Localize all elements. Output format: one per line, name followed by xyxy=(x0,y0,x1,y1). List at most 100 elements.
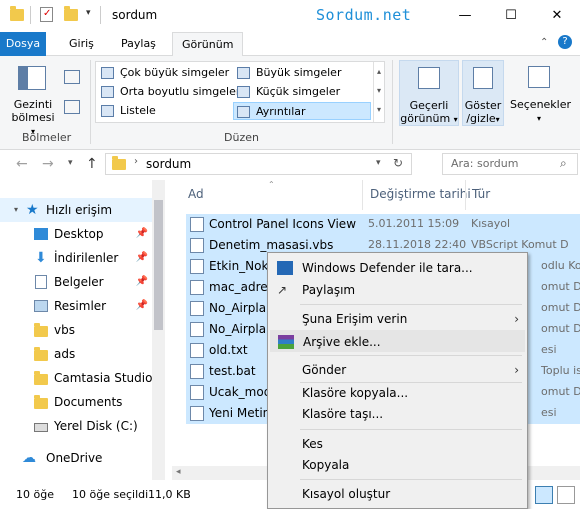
navigation-pane-icon[interactable] xyxy=(18,66,46,90)
layout-group-label: Düzen xyxy=(224,131,259,144)
file-name: No_Airplan xyxy=(209,301,274,315)
current-view-label-2: görünüm xyxy=(400,112,451,125)
current-view-button[interactable]: Geçerli görünüm ▾ xyxy=(399,60,459,126)
details-view-icon[interactable] xyxy=(535,486,553,504)
minimize-button[interactable]: — xyxy=(442,0,488,30)
nav-item-pictures[interactable]: Resimler 📌 xyxy=(0,294,152,318)
folder-icon xyxy=(34,347,48,361)
expand-arrow-icon[interactable]: ▾ xyxy=(14,198,18,222)
layout-list[interactable]: Listele xyxy=(98,102,156,120)
new-folder-icon[interactable] xyxy=(64,6,78,21)
up-arrow-icon[interactable]: ↑ xyxy=(86,156,98,172)
chevron-up-icon[interactable]: ⌃ xyxy=(540,37,548,48)
table-row[interactable]: Control Panel Icons View 5.01.2011 15:09… xyxy=(186,214,580,235)
menu-item-share[interactable]: ↗ Paylaşım xyxy=(270,279,525,301)
menu-item-copy[interactable]: Kopyala xyxy=(270,454,525,476)
refresh-icon[interactable]: ↻ xyxy=(393,156,403,170)
breadcrumb-path[interactable]: sordum xyxy=(146,157,191,171)
status-selected-count: 10 öğe seçildi xyxy=(72,488,149,501)
pin-icon: 📌 xyxy=(135,228,148,239)
layout-details[interactable]: Ayrıntılar xyxy=(233,102,371,120)
menu-item-give-access[interactable]: Şuna Erişim verin › xyxy=(270,308,525,330)
nav-item-onedrive[interactable]: ☁ OneDrive xyxy=(0,446,152,470)
details-icon xyxy=(237,106,250,118)
close-button[interactable]: ✕ xyxy=(534,0,580,30)
forward-arrow-icon[interactable]: → xyxy=(42,156,54,172)
menu-item-cut[interactable]: Kes xyxy=(270,433,525,455)
column-header-type[interactable]: Tür xyxy=(472,187,490,201)
winrar-icon xyxy=(278,335,294,349)
pin-icon: 📌 xyxy=(135,300,148,311)
desktop-icon xyxy=(34,228,48,240)
back-arrow-icon[interactable]: ← xyxy=(16,156,28,172)
large-icons-view-icon[interactable] xyxy=(557,486,575,504)
folder-icon xyxy=(112,156,126,170)
menu-item-add-to-archive[interactable]: Arşive ekle... xyxy=(270,330,525,352)
nav-pane-label-1: Gezinti xyxy=(13,98,53,111)
submenu-arrow-icon: › xyxy=(514,363,519,377)
layout-medium-icons[interactable]: Orta boyutlu simgeler xyxy=(98,83,240,101)
nav-item-ads[interactable]: ads xyxy=(0,342,152,366)
nav-item-quick-access[interactable]: ▾ ★ Hızlı erişim xyxy=(0,198,152,222)
script-file-icon xyxy=(190,259,204,274)
extra-large-icons-icon xyxy=(101,67,114,79)
address-dropdown-icon[interactable]: ▾ xyxy=(376,158,381,168)
recent-locations-icon[interactable]: ▾ xyxy=(68,158,73,168)
maximize-button[interactable]: ☐ xyxy=(488,0,534,30)
address-bar-row: ← → ▾ ↑ › sordum ▾ ↻ Ara: sordum ⌕ xyxy=(0,150,580,180)
breadcrumb-chevron-icon[interactable]: › xyxy=(134,156,138,167)
nav-item-documents-folder[interactable]: Documents xyxy=(0,390,152,414)
layout-extra-large-icons[interactable]: Çok büyük simgeler xyxy=(98,64,229,82)
column-header-name[interactable]: Ad xyxy=(188,187,204,201)
window-title: sordum xyxy=(112,8,158,22)
tab-file[interactable]: Dosya xyxy=(0,32,46,56)
details-pane-icon[interactable] xyxy=(64,100,80,114)
search-icon[interactable]: ⌕ xyxy=(560,156,567,171)
layout-large-icons[interactable]: Büyük simgeler xyxy=(234,64,341,82)
nav-item-camtasia[interactable]: Camtasia Studio xyxy=(0,366,152,390)
context-menu: Windows Defender ile tara... ↗ Paylaşım … xyxy=(267,252,528,509)
pin-icon: 📌 xyxy=(135,276,148,287)
ribbon-tabs: Dosya Giriş Paylaş Görünüm ⌃ ? xyxy=(0,32,580,57)
menu-item-copy-to-folder[interactable]: Klasöre kopyala... xyxy=(270,382,525,404)
layout-small-icons[interactable]: Küçük simgeler xyxy=(234,83,340,101)
nav-item-desktop[interactable]: Desktop 📌 xyxy=(0,222,152,246)
nav-item-downloads[interactable]: ⬇ İndirilenler 📌 xyxy=(0,246,152,270)
show-hide-button[interactable]: Göster /gizle▾ xyxy=(462,60,504,126)
customize-toolbar-icon[interactable]: ▾ xyxy=(86,8,91,18)
nav-item-local-disk[interactable]: Yerel Disk (C:) xyxy=(0,414,152,438)
submenu-arrow-icon: › xyxy=(514,312,519,326)
pictures-icon xyxy=(34,300,48,312)
status-item-count: 10 öğe xyxy=(16,488,54,501)
nav-item-vbs[interactable]: vbs xyxy=(0,318,152,342)
scroll-left-icon[interactable]: ◂ xyxy=(176,467,181,477)
help-icon[interactable]: ? xyxy=(558,35,572,49)
star-icon: ★ xyxy=(26,202,39,218)
tab-share[interactable]: Paylaş xyxy=(112,32,165,56)
batch-file-icon xyxy=(190,364,204,379)
menu-item-send-to[interactable]: Gönder › xyxy=(270,359,525,381)
navigation-pane: ▾ ★ Hızlı erişim Desktop 📌 ⬇ İndirilenler… xyxy=(0,180,165,480)
menu-item-move-to-folder[interactable]: Klasöre taşı... xyxy=(270,403,525,425)
menu-separator xyxy=(300,304,522,305)
search-input[interactable]: Ara: sordum xyxy=(442,153,578,175)
column-header-date[interactable]: Değiştirme tarihi xyxy=(370,187,471,201)
medium-icons-icon xyxy=(101,86,114,98)
current-view-icon xyxy=(418,67,440,89)
menu-item-create-shortcut[interactable]: Kısayol oluştur xyxy=(270,483,525,505)
options-button[interactable]: Seçenekler ▾ xyxy=(510,60,571,126)
file-date: 28.11.2018 22:40 xyxy=(368,238,467,251)
address-box[interactable]: › sordum ▾ ↻ xyxy=(105,153,412,175)
file-type: Kısayol xyxy=(471,217,511,230)
show-hide-label-1: Göster xyxy=(464,99,502,112)
preview-pane-icon[interactable] xyxy=(64,70,80,84)
properties-icon[interactable]: ✓ xyxy=(40,7,53,22)
menu-item-defender-scan[interactable]: Windows Defender ile tara... xyxy=(270,257,525,279)
nav-pane-label-2: bölmesi xyxy=(11,111,55,124)
layout-scroll[interactable]: ▴ ▾ ▾ xyxy=(373,62,384,122)
nav-scrollbar-thumb[interactable] xyxy=(154,200,163,330)
tab-view[interactable]: Görünüm xyxy=(172,32,244,57)
nav-item-documents[interactable]: Belgeler 📌 xyxy=(0,270,152,294)
tab-home[interactable]: Giriş xyxy=(60,32,103,56)
script-file-icon xyxy=(190,280,204,295)
